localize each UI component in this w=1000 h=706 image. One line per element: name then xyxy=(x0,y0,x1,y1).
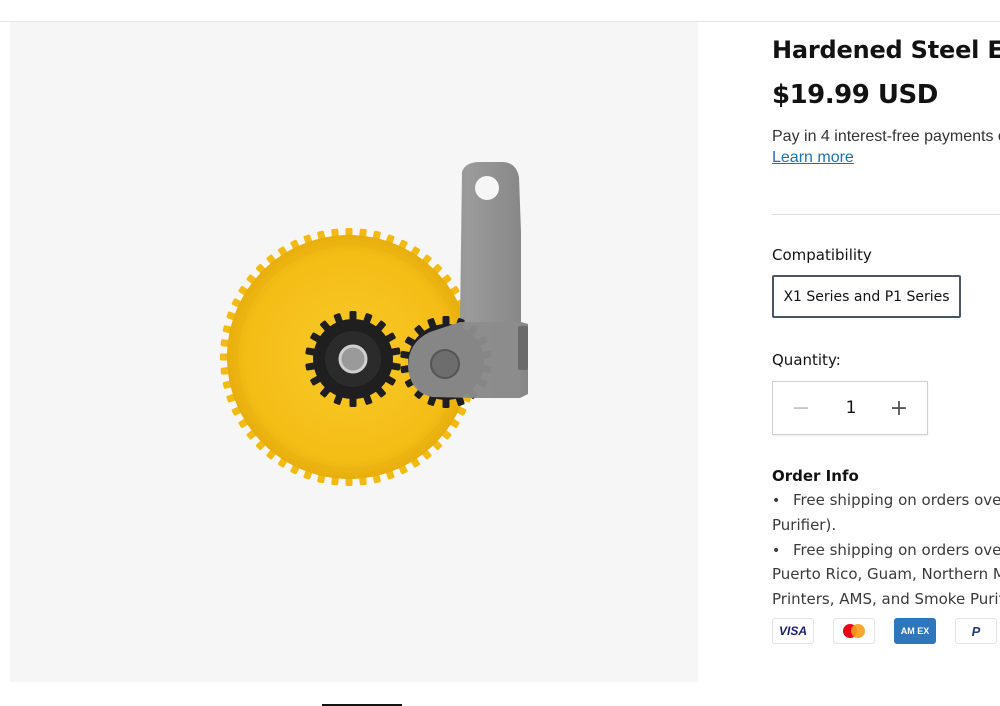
order-info-title: Order Info xyxy=(772,467,859,485)
quantity-decrease-button[interactable]: − xyxy=(773,382,829,434)
header-bottom-border xyxy=(0,0,1000,22)
payment-icons: VISA AM EX P xyxy=(772,618,1000,644)
product-title: Hardened Steel Extruder Gear Assembly xyxy=(772,36,1000,64)
order-info-line: Purifier). xyxy=(772,516,837,534)
product-info-panel: Hardened Steel Extruder Gear Assembly $1… xyxy=(772,22,1000,706)
section-divider xyxy=(772,214,1000,215)
quantity-increase-button[interactable]: + xyxy=(871,382,927,434)
compatibility-label: Compatibility xyxy=(772,246,872,264)
mastercard-icon xyxy=(833,618,875,644)
product-image[interactable] xyxy=(10,22,698,682)
paypal-icon: P xyxy=(955,618,997,644)
order-info-line: Printers, AMS, and Smoke Purifier). xyxy=(772,590,1000,608)
order-info-line: Puerto Rico, Guam, Northern Mariana Isla… xyxy=(772,565,1000,583)
product-price: $19.99 USD xyxy=(772,80,938,110)
compatibility-option-x1-p1[interactable]: X1 Series and P1 Series xyxy=(772,275,961,318)
order-info-line: • Free shipping on orders over xyxy=(772,491,1000,509)
quantity-input[interactable]: 1 xyxy=(829,382,873,434)
arm-hole xyxy=(475,176,499,200)
quantity-label: Quantity: xyxy=(772,351,841,369)
quantity-stepper: − 1 + xyxy=(772,381,928,435)
bullet-icon: • xyxy=(772,493,781,509)
order-info-line: • Free shipping on orders over xyxy=(772,541,1000,559)
extruder-gear-illustration xyxy=(220,162,528,486)
installments-text: Pay in 4 interest-free payments of $4.99… xyxy=(772,128,1000,145)
drive-gear-shaft xyxy=(338,344,368,374)
amex-icon: AM EX xyxy=(894,618,936,644)
bullet-icon: • xyxy=(772,543,781,559)
visa-icon: VISA xyxy=(772,618,814,644)
learn-more-link[interactable]: Learn more xyxy=(772,149,854,167)
idler-bearing xyxy=(430,349,460,379)
